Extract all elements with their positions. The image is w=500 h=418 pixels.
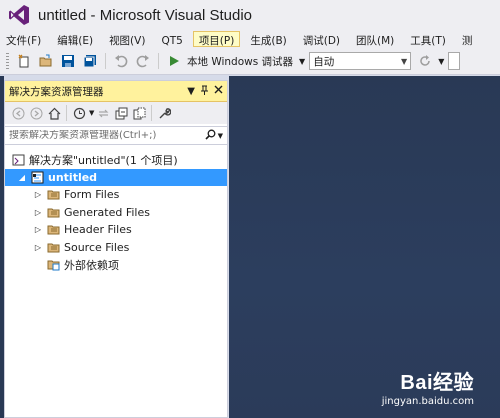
chevron-down-icon[interactable]: ▼ — [218, 132, 223, 140]
toolbar-separator — [151, 105, 153, 121]
solution-explorer-panel: 解决方案资源管理器 ▼ ▼ 搜索解决方案资源管理器(Ctrl+;) ▼ 解决方案… — [4, 80, 228, 418]
menu-view[interactable]: 视图(V) — [103, 31, 151, 47]
home-icon[interactable] — [47, 106, 61, 120]
search-icon[interactable] — [205, 129, 216, 143]
chevron-down-icon[interactable]: ▼ — [187, 86, 195, 97]
forward-icon[interactable] — [29, 106, 43, 120]
close-icon[interactable] — [214, 85, 223, 97]
watermark-url: jingyan.baidu.com — [381, 396, 474, 407]
tree-item-folder[interactable]: ▷ Source Files — [5, 239, 227, 257]
window-title: untitled - Microsoft Visual Studio — [38, 6, 252, 24]
collapsed-arrow-icon[interactable]: ▷ — [33, 225, 43, 234]
start-debugger-button[interactable]: 本地 Windows 调试器 — [187, 54, 293, 69]
project-icon — [30, 170, 44, 184]
menu-bar: 文件(F) 编辑(E) 视图(V) QT5 项目(P) 生成(B) 调试(D) … — [0, 30, 500, 48]
tree-item-label: Form Files — [64, 188, 120, 202]
tree-item-folder[interactable]: ▷ Form Files — [5, 186, 227, 204]
solution-search-input[interactable] — [9, 130, 205, 141]
tree-item-label: Source Files — [64, 240, 130, 254]
folder-filter-icon — [46, 240, 60, 254]
solution-explorer-toolbar: ▼ — [5, 102, 227, 124]
tree-item-label: Generated Files — [64, 205, 150, 219]
sync-icon[interactable] — [96, 106, 110, 120]
tree-item-label: 解决方案"untitled"(1 个项目) — [29, 153, 178, 167]
folder-filter-icon — [46, 223, 60, 237]
tree-item-label: untitled — [48, 170, 98, 184]
folder-filter-icon — [46, 205, 60, 219]
pin-icon[interactable] — [200, 85, 209, 98]
menu-project[interactable]: 项目(P) — [192, 31, 241, 47]
tree-item-solution[interactable]: 解决方案"untitled"(1 个项目) — [5, 151, 227, 169]
redo-icon[interactable] — [135, 53, 151, 69]
play-icon[interactable] — [166, 53, 182, 69]
watermark-logo: Bai经验 — [400, 372, 474, 394]
collapsed-arrow-icon[interactable]: ▷ — [33, 190, 43, 199]
folder-filter-icon — [46, 188, 60, 202]
back-icon[interactable] — [11, 106, 25, 120]
chevron-down-icon[interactable]: ▼ — [89, 109, 94, 117]
undo-icon[interactable] — [113, 53, 129, 69]
new-project-icon[interactable] — [16, 53, 32, 69]
expanded-arrow-icon[interactable]: ◢ — [17, 173, 27, 182]
menu-qt5[interactable]: QT5 — [155, 31, 188, 47]
save-all-icon[interactable] — [82, 53, 98, 69]
menu-file[interactable]: 文件(F) — [0, 31, 47, 47]
solution-icon — [11, 153, 25, 167]
tree-item-label: 外部依赖项 — [64, 258, 119, 272]
baidu-watermark: Bai经验 jingyan.baidu.com — [382, 366, 474, 407]
solution-tree: 解决方案"untitled"(1 个项目) ◢ untitled ▷ Form … — [5, 151, 227, 274]
refresh-icon[interactable] — [417, 53, 433, 69]
config-dropdown-value: 自动 — [313, 55, 335, 68]
solution-explorer-header[interactable]: 解决方案资源管理器 ▼ — [5, 81, 227, 102]
solution-explorer-title: 解决方案资源管理器 — [9, 85, 104, 98]
menu-test[interactable]: 测 — [456, 31, 479, 47]
tree-item-folder[interactable]: ▷ Header Files — [5, 221, 227, 239]
menu-tools[interactable]: 工具(T) — [404, 31, 452, 47]
collapse-icon[interactable] — [114, 106, 128, 120]
external-deps-icon — [46, 258, 60, 272]
tree-item-folder[interactable]: ▷ Generated Files — [5, 204, 227, 222]
overflow-dropdown[interactable] — [448, 52, 461, 70]
menu-build[interactable]: 生成(B) — [244, 31, 292, 47]
tree-item-label: Header Files — [64, 223, 132, 237]
tree-item-external-deps[interactable]: 外部依赖项 — [5, 256, 227, 274]
show-all-icon[interactable] — [132, 106, 146, 120]
collapsed-arrow-icon[interactable]: ▷ — [33, 208, 43, 217]
save-icon[interactable] — [60, 53, 76, 69]
toolbar-separator — [66, 105, 67, 121]
vs-logo-icon — [8, 4, 30, 26]
menu-edit[interactable]: 编辑(E) — [51, 31, 99, 47]
main-toolbar: 本地 Windows 调试器 ▼ 自动 ▼ ▼ — [0, 48, 500, 75]
chevron-down-icon: ▼ — [401, 56, 408, 66]
title-bar: untitled - Microsoft Visual Studio — [0, 0, 500, 30]
chevron-down-icon[interactable]: ▼ — [438, 57, 444, 66]
toolbar-grip[interactable] — [6, 53, 9, 69]
toolbar-separator — [105, 53, 106, 69]
history-icon[interactable] — [72, 106, 86, 120]
config-dropdown[interactable]: 自动 ▼ — [309, 52, 412, 70]
open-folder-icon[interactable] — [38, 53, 54, 69]
menu-debug[interactable]: 调试(D) — [297, 31, 346, 47]
chevron-down-icon[interactable]: ▼ — [299, 57, 305, 66]
toolbar-separator — [158, 53, 159, 69]
collapsed-arrow-icon[interactable]: ▷ — [33, 243, 43, 252]
menu-team[interactable]: 团队(M) — [350, 31, 400, 47]
tree-item-project[interactable]: ◢ untitled — [5, 168, 227, 186]
properties-icon[interactable] — [157, 106, 171, 120]
solution-search-box: ▼ — [5, 126, 227, 145]
